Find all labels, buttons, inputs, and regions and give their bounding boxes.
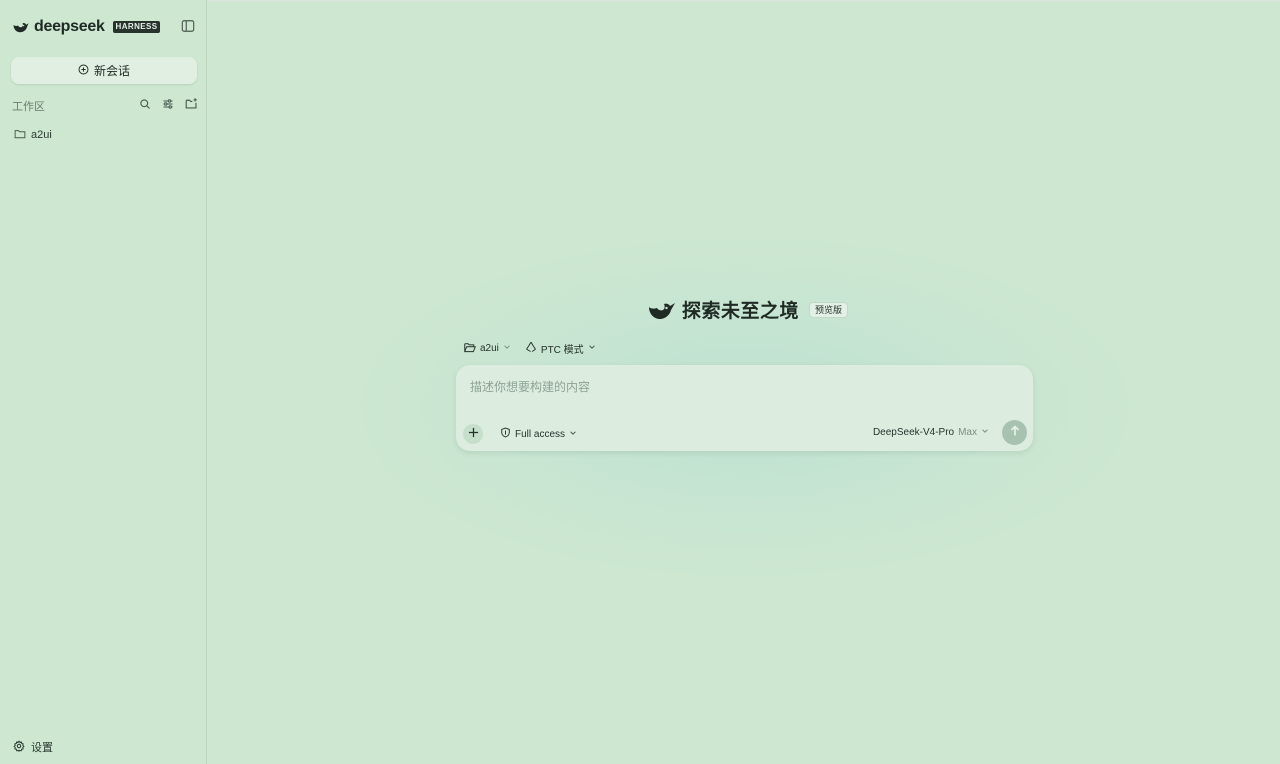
brand-badge: HARNESS xyxy=(112,21,161,33)
sliders-icon xyxy=(162,97,174,115)
search-icon xyxy=(139,97,151,115)
mode-selector[interactable]: PTC 模式 xyxy=(525,341,596,356)
whale-logo-icon xyxy=(12,18,30,36)
recycle-icon xyxy=(525,341,537,356)
hero: 探索未至之境 预览版 xyxy=(648,296,849,323)
access-label: Full access xyxy=(515,428,566,440)
workspace-title: 工作区 xyxy=(12,101,45,113)
arrow-up-icon xyxy=(1009,424,1021,442)
workspace-selector-label: a2ui xyxy=(480,343,499,354)
prompt-input[interactable] xyxy=(468,375,1018,399)
shield-icon xyxy=(500,427,511,441)
new-folder-button[interactable] xyxy=(184,97,198,115)
sidebar: deepseek HARNESS 新会话 工作区 a2ui 设置 xyxy=(0,0,207,764)
chevron-down-icon xyxy=(569,429,577,440)
sidebar-panel-icon xyxy=(181,19,195,38)
chevron-down-icon xyxy=(981,427,989,438)
mode-selector-label: PTC 模式 xyxy=(540,345,584,356)
model-name: DeepSeek-V4-Pro xyxy=(872,427,955,438)
preview-badge: 预览版 xyxy=(809,301,849,318)
gear-icon xyxy=(13,739,25,755)
filter-button[interactable] xyxy=(161,99,175,113)
whale-logo-icon xyxy=(648,298,676,322)
workspace-selector[interactable]: a2ui xyxy=(464,342,511,356)
brand-name: deepseek xyxy=(34,18,105,35)
workspace-item-label: a2ui xyxy=(31,129,52,141)
chevron-down-icon xyxy=(588,343,596,354)
app-window: deepseek HARNESS 新会话 工作区 a2ui 设置 探索未至之境 … xyxy=(0,0,1280,764)
access-selector[interactable]: Full access xyxy=(500,427,577,441)
folder-icon xyxy=(14,128,26,143)
plus-icon xyxy=(468,425,479,443)
settings-button[interactable]: 设置 xyxy=(13,739,53,755)
settings-label: 设置 xyxy=(31,742,53,754)
attach-button[interactable] xyxy=(463,424,483,444)
prompt-composer: Full access DeepSeek-V4-Pro Max xyxy=(456,365,1033,451)
model-selector[interactable]: DeepSeek-V4-Pro Max xyxy=(873,427,989,438)
brand: deepseek HARNESS xyxy=(12,18,161,36)
plus-circle-icon xyxy=(78,64,89,78)
workspace-tools xyxy=(138,97,198,115)
folder-open-icon xyxy=(464,342,476,356)
sidebar-toggle-button[interactable] xyxy=(180,19,196,38)
workspace-item-a2ui[interactable]: a2ui xyxy=(14,126,194,144)
search-button[interactable] xyxy=(138,99,152,113)
workspace-header: 工作区 xyxy=(12,98,198,114)
model-tier: Max xyxy=(958,427,977,438)
folder-plus-icon xyxy=(185,97,198,115)
context-chips: a2ui PTC 模式 xyxy=(464,341,596,356)
main-area: 探索未至之境 预览版 a2ui PTC 模式 描述你想要构建的内容 Full a… xyxy=(208,0,1280,764)
new-chat-label: 新会话 xyxy=(93,64,130,78)
hero-title: 探索未至之境 xyxy=(682,301,800,322)
chevron-down-icon xyxy=(503,343,511,354)
new-chat-button[interactable]: 新会话 xyxy=(11,57,197,84)
send-button[interactable] xyxy=(1002,420,1027,445)
